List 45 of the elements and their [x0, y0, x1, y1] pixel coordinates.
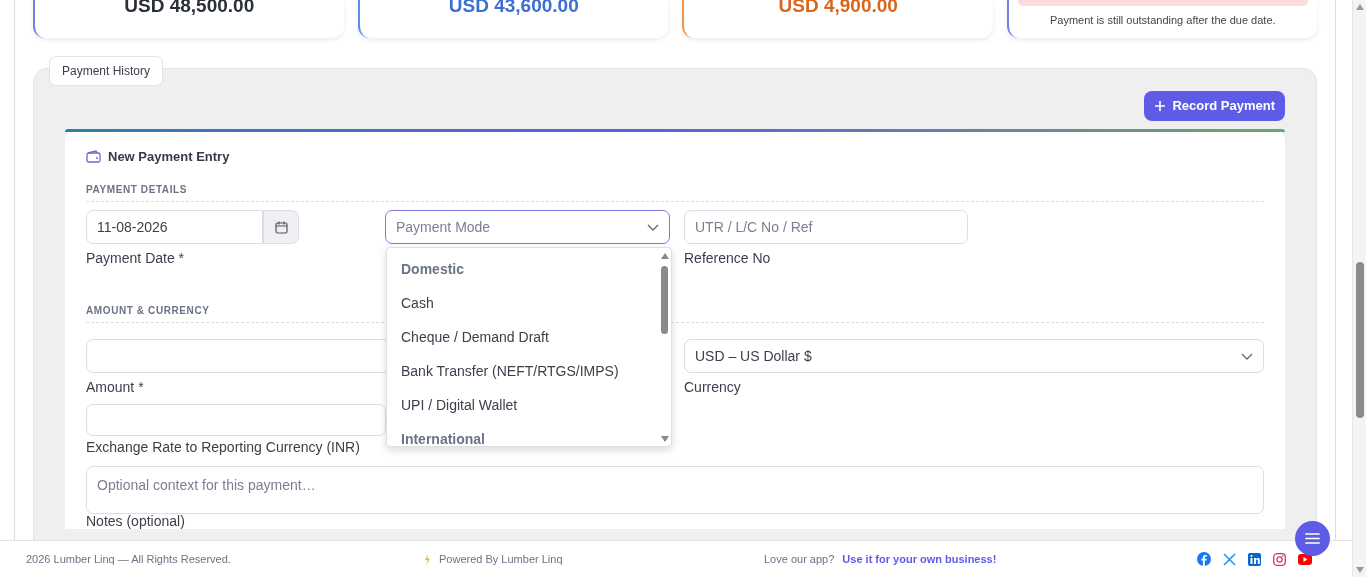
- payment-mode-select[interactable]: Payment Mode: [385, 210, 670, 244]
- x-icon[interactable]: [1223, 552, 1236, 566]
- date-field[interactable]: 11-08-2026: [86, 210, 263, 244]
- dropdown-option[interactable]: Bank Transfer (NEFT/RTGS/IMPS): [387, 354, 659, 388]
- promo-text: Love our app?: [764, 551, 835, 567]
- page-scrollbar[interactable]: [1352, 0, 1366, 577]
- menu-icon: [1305, 533, 1320, 544]
- powered-by-text: Powered By Lumber Linq: [439, 551, 563, 567]
- form-title: New Payment Entry: [108, 147, 230, 166]
- dropdown-option[interactable]: Cheque / Demand Draft: [387, 320, 659, 354]
- scrollbar-thumb[interactable]: [661, 266, 668, 334]
- scroll-down-icon: [661, 436, 669, 442]
- chevron-down-icon: [647, 223, 659, 231]
- field-label: Exchange Rate to Reporting Currency (INR): [86, 438, 360, 457]
- reference-field[interactable]: UTR / L/C No / Ref: [684, 210, 968, 244]
- lightning-icon: [424, 553, 431, 565]
- record-payment-button[interactable]: Record Payment: [1144, 91, 1285, 121]
- currency-select[interactable]: USD – US Dollar $: [684, 339, 1264, 373]
- field-label: Payment Date *: [86, 249, 186, 268]
- scroll-down-icon[interactable]: [1356, 567, 1364, 573]
- facebook-icon[interactable]: [1197, 552, 1211, 566]
- section-heading: PAYMENT DETAILS: [86, 182, 1264, 202]
- dropdown-option[interactable]: UPI / Digital Wallet: [387, 388, 659, 422]
- field-label: Notes (optional): [86, 514, 186, 529]
- instagram-icon[interactable]: [1273, 552, 1286, 566]
- field-label: Reference No: [684, 249, 772, 268]
- plus-icon: [1154, 99, 1167, 112]
- notes-field[interactable]: Optional context for this payment…: [86, 466, 1264, 514]
- calendar-icon: [274, 220, 288, 234]
- linkedin-icon[interactable]: [1248, 552, 1261, 566]
- scroll-up-icon: [661, 253, 669, 259]
- option-group-label: Domestic: [400, 259, 466, 279]
- field-label: Currency: [684, 378, 742, 397]
- youtube-icon[interactable]: [1298, 553, 1312, 565]
- option-group-label: International: [400, 429, 486, 449]
- exchange-rate-field[interactable]: [86, 404, 386, 436]
- chevron-down-icon: [1241, 352, 1253, 360]
- wallet-icon: [86, 149, 101, 163]
- copyright-text: 2026 Lumber Linq — All Rights Reserved.: [26, 551, 232, 567]
- field-label: Amount *: [86, 378, 145, 397]
- status-note: Payment is still outstanding after the due date.: [1049, 13, 1276, 28]
- promo-link[interactable]: Use it for your own business!: [842, 550, 997, 568]
- calendar-button[interactable]: [263, 210, 299, 244]
- scroll-up-icon[interactable]: [1356, 4, 1364, 10]
- scrollbar-thumb[interactable]: [1356, 262, 1364, 418]
